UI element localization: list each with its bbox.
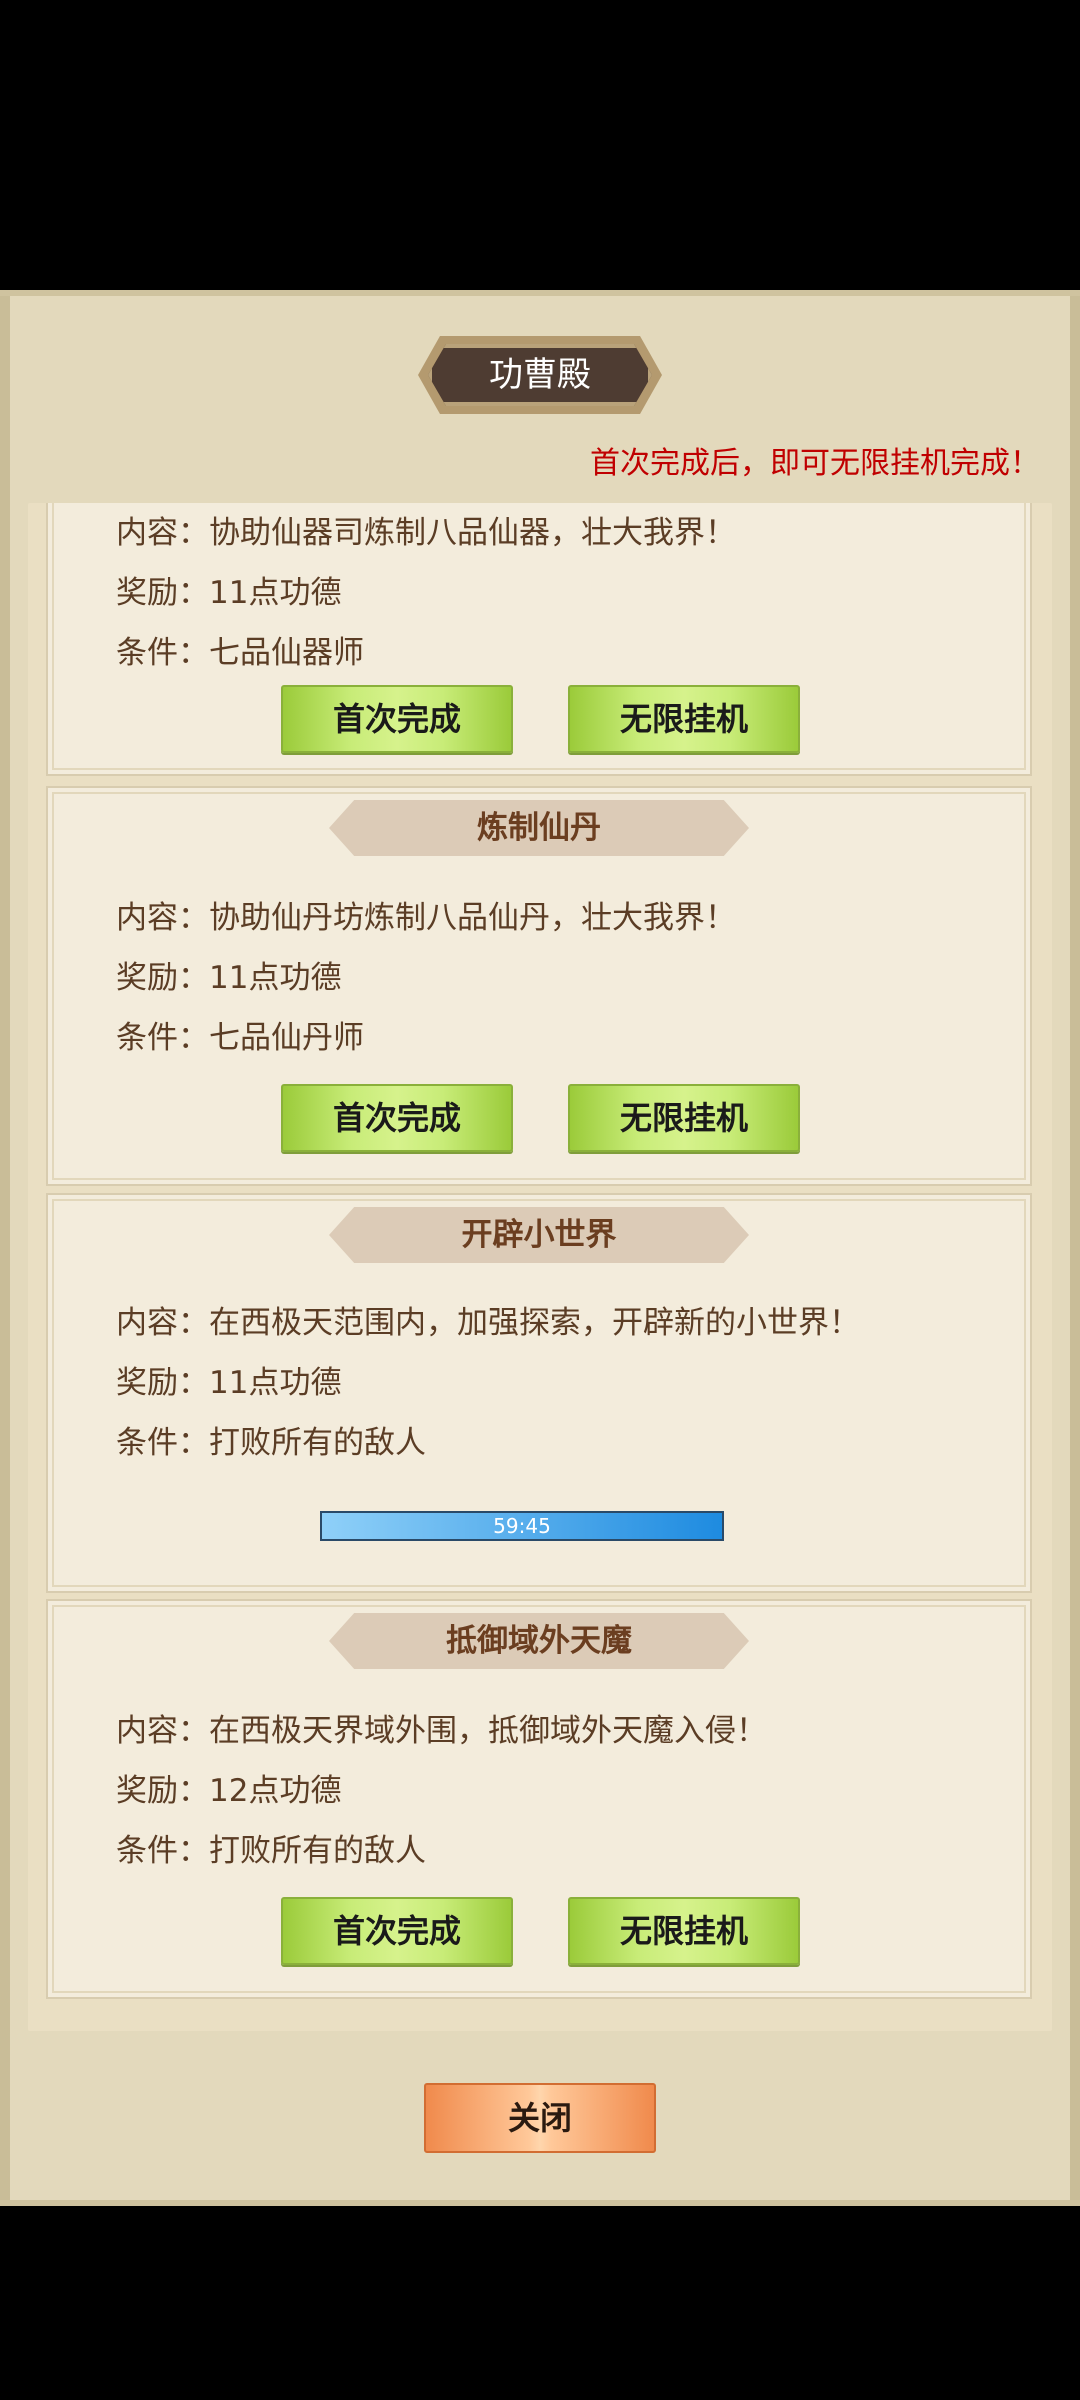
left-chevron-icon: « (283, 817, 309, 863)
task-card-refine-pill: « 炼制仙丹 » 内容：协助仙丹坊炼制八品仙丹，壮大我界！ 奖励：11点功德 条… (46, 786, 1032, 1186)
idle-button[interactable]: 无限挂机 (568, 1897, 800, 1965)
task-content: 内容：在西极天界域外围，抵御域外天魔入侵！ (116, 1713, 767, 1749)
task-reward: 奖励：11点功德 (116, 575, 342, 611)
right-chevron-icon: » (769, 1630, 795, 1676)
task-card-refine-artifact: 内容：协助仙器司炼制八品仙器，壮大我界！ 奖励：11点功德 条件：七品仙器师 首… (46, 503, 1032, 776)
idle-button[interactable]: 无限挂机 (568, 685, 800, 753)
task-condition: 条件：七品仙丹师 (116, 1020, 364, 1056)
task-title: « 开辟小世界 » (329, 1207, 749, 1263)
idle-timer-progress: 59:45 (320, 1511, 724, 1541)
task-card-resist-demons: « 抵御域外天魔 » 内容：在西极天界域外围，抵御域外天魔入侵！ 奖励：12点功… (46, 1599, 1032, 1999)
right-chevron-icon: » (769, 1224, 795, 1270)
task-condition: 条件：七品仙器师 (116, 635, 364, 671)
first-complete-button[interactable]: 首次完成 (281, 685, 513, 753)
left-chevron-icon: « (283, 1630, 309, 1676)
task-condition: 条件：打败所有的敌人 (116, 1425, 426, 1461)
idle-button[interactable]: 无限挂机 (568, 1084, 800, 1152)
task-reward: 奖励：11点功德 (116, 1365, 342, 1401)
task-content: 内容：协助仙丹坊炼制八品仙丹，壮大我界！ (116, 900, 736, 936)
task-content: 内容：在西极天范围内，加强探索，开辟新的小世界！ (116, 1305, 860, 1341)
gongcao-hall-dialog: 功曹殿 首次完成后，即可无限挂机完成！ 内容：协助仙器司炼制八品仙器，壮大我界！… (0, 290, 1080, 2206)
task-condition: 条件：打败所有的敌人 (116, 1833, 426, 1869)
first-complete-button[interactable]: 首次完成 (281, 1897, 513, 1965)
dialog-title: 功曹殿 (428, 344, 652, 406)
first-complete-button[interactable]: 首次完成 (281, 1084, 513, 1152)
right-chevron-icon: » (769, 817, 795, 863)
left-chevron-icon: « (283, 1224, 309, 1270)
task-card-open-small-world: « 开辟小世界 » 内容：在西极天范围内，加强探索，开辟新的小世界！ 奖励：11… (46, 1193, 1032, 1593)
task-reward: 奖励：11点功德 (116, 960, 342, 996)
close-button[interactable]: 关闭 (424, 2083, 656, 2153)
task-title: « 抵御域外天魔 » (329, 1613, 749, 1669)
task-reward: 奖励：12点功德 (116, 1773, 342, 1809)
notice-text: 首次完成后，即可无限挂机完成！ (590, 446, 1040, 481)
task-title: « 炼制仙丹 » (329, 800, 749, 856)
task-content: 内容：协助仙器司炼制八品仙器，壮大我界！ (116, 515, 736, 551)
task-list[interactable]: 内容：协助仙器司炼制八品仙器，壮大我界！ 奖励：11点功德 条件：七品仙器师 首… (28, 503, 1052, 2031)
